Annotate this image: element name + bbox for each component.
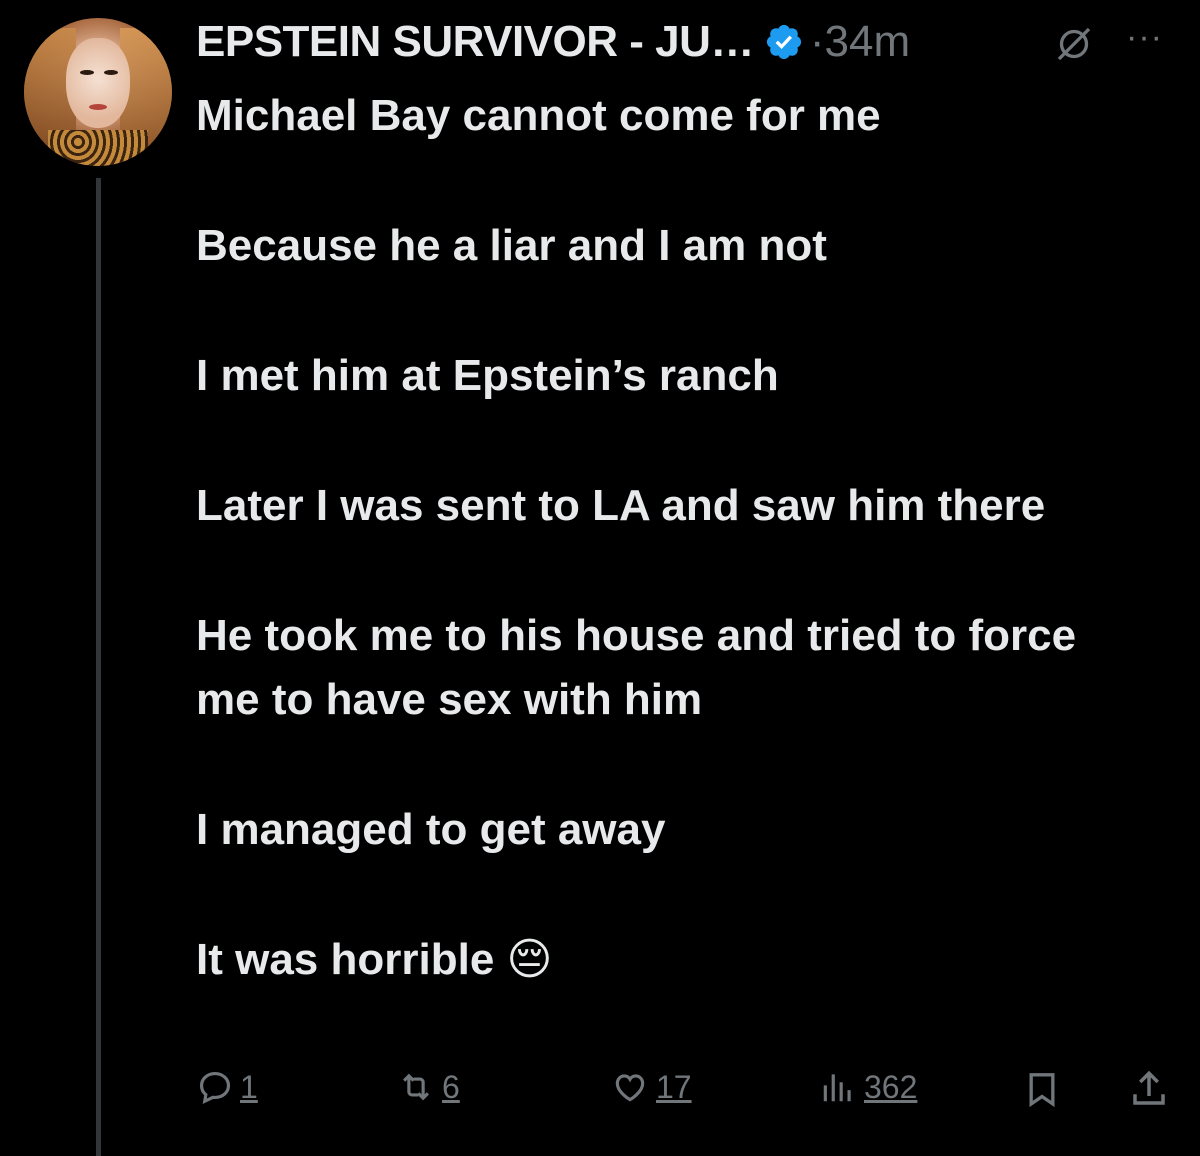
views-icon bbox=[823, 1074, 851, 1102]
reply-icon bbox=[199, 1071, 231, 1104]
repost-button[interactable]: 6 bbox=[396, 1068, 460, 1106]
like-count: 17 bbox=[656, 1068, 692, 1105]
grok-icon[interactable] bbox=[1054, 24, 1094, 64]
post-text: Michael Bay cannot come for me Because h… bbox=[196, 84, 1156, 992]
share-icon bbox=[1133, 1070, 1165, 1105]
more-icon[interactable]: ··· bbox=[1126, 18, 1163, 57]
reply-count: 1 bbox=[240, 1068, 258, 1105]
thread-line bbox=[96, 178, 101, 1156]
like-button[interactable]: 17 bbox=[610, 1068, 692, 1106]
post-line: It was horrible 😔 bbox=[196, 935, 553, 984]
repost-count: 6 bbox=[442, 1068, 460, 1105]
post-line: I managed to get away bbox=[196, 805, 666, 854]
post-line: He took me to his house and tried to for… bbox=[196, 611, 1077, 724]
reply-button[interactable]: 1 bbox=[196, 1068, 258, 1106]
views-count: 362 bbox=[864, 1068, 918, 1105]
post-line: Michael Bay cannot come for me bbox=[196, 91, 881, 140]
post-time[interactable]: 34m bbox=[825, 17, 911, 67]
post-line: Later I was sent to LA and saw him there bbox=[196, 481, 1046, 530]
action-bar: 1 6 17 362 bbox=[196, 1068, 1176, 1118]
post-line: Because he a liar and I am not bbox=[196, 221, 827, 270]
like-icon bbox=[615, 1074, 645, 1102]
share-button[interactable] bbox=[1128, 1068, 1170, 1110]
repost-icon bbox=[403, 1073, 429, 1101]
bookmark-icon bbox=[1029, 1073, 1055, 1108]
bookmark-button[interactable] bbox=[1022, 1068, 1062, 1110]
post-header: EPSTEIN SURVIVOR - JU… · 34m bbox=[196, 17, 911, 67]
avatar[interactable] bbox=[24, 18, 172, 166]
author-name[interactable]: EPSTEIN SURVIVOR - JU… bbox=[196, 17, 754, 67]
post-line: I met him at Epstein’s ranch bbox=[196, 351, 779, 400]
time-separator: · bbox=[809, 17, 825, 66]
verified-badge-icon bbox=[766, 24, 801, 60]
views-button[interactable]: 362 bbox=[818, 1068, 917, 1106]
